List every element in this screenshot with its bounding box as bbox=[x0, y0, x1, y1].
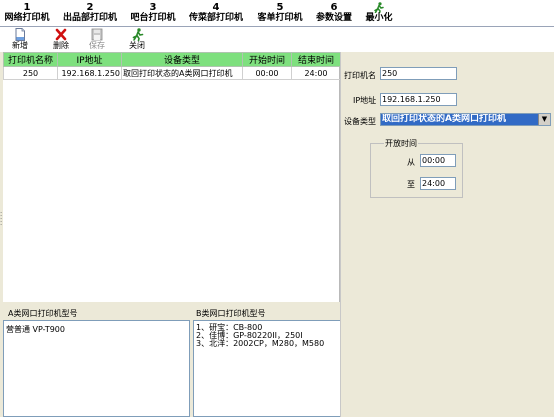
printer-name-field[interactable]: 250 bbox=[380, 67, 457, 80]
save-disk-icon bbox=[84, 28, 110, 41]
tab-number: 3 bbox=[149, 2, 157, 13]
pane-divider bbox=[340, 52, 341, 417]
top-tab-bar: 1 网络打印机 2 出品部打印机 3 吧台打印机 4 传菜部打印机 5 客单打印… bbox=[0, 0, 554, 27]
new-document-icon bbox=[7, 28, 33, 41]
tab-receipt-printer[interactable]: 5 客单打印机 bbox=[254, 0, 306, 27]
tab-label: 网络打印机 bbox=[4, 13, 50, 23]
open-time-title: 开放时间 bbox=[384, 138, 418, 149]
col-header-end-time[interactable]: 结束时间 bbox=[291, 52, 341, 67]
tab-minimize[interactable]: 最小化 bbox=[362, 0, 396, 27]
col-header-printer-name[interactable]: 打印机名称 bbox=[3, 52, 58, 67]
to-time-field[interactable]: 24:00 bbox=[420, 177, 456, 190]
b-type-models-text[interactable]: 1、研宝：CB-800 2、佳博：GP-80220II，250I 3、北洋：20… bbox=[193, 320, 341, 417]
tab-label: 吧台打印机 bbox=[130, 13, 176, 23]
from-time-field[interactable]: 00:00 bbox=[420, 154, 456, 167]
device-type-select[interactable]: 取回打印状态的A类网口打印机 ▼ bbox=[380, 113, 551, 126]
printer-table: 打印机名称 IP地址 设备类型 开始时间 结束时间 250 192.168.1.… bbox=[3, 52, 341, 80]
tab-number: 2 bbox=[86, 2, 94, 13]
delete-label: 删除 bbox=[53, 41, 69, 50]
tab-settings[interactable]: 6 参数设置 bbox=[312, 0, 356, 27]
close-label: 关闭 bbox=[129, 41, 145, 50]
cell-end-time[interactable]: 24:00 bbox=[291, 66, 341, 80]
tab-label: 客单打印机 bbox=[257, 13, 303, 23]
cell-printer-name[interactable]: 250 bbox=[3, 66, 58, 80]
from-label: 从 bbox=[407, 158, 415, 167]
add-button[interactable]: 新增 bbox=[7, 28, 33, 52]
tab-number: 4 bbox=[212, 2, 220, 13]
device-type-label: 设备类型 bbox=[344, 117, 376, 126]
to-label: 至 bbox=[407, 180, 415, 189]
tab-label: 参数设置 bbox=[315, 13, 352, 23]
save-label: 保存 bbox=[89, 41, 105, 50]
b-type-models-label: B类网口打印机型号 bbox=[196, 309, 266, 318]
col-header-start-time[interactable]: 开始时间 bbox=[242, 52, 292, 67]
tab-label: 最小化 bbox=[365, 13, 393, 23]
tab-number: 5 bbox=[276, 2, 284, 13]
table-header-row: 打印机名称 IP地址 设备类型 开始时间 结束时间 bbox=[3, 52, 341, 67]
tab-kitchen-printer[interactable]: 2 出品部打印机 bbox=[60, 0, 120, 27]
tab-network-printer[interactable]: 1 网络打印机 bbox=[2, 0, 52, 27]
cell-ip[interactable]: 192.168.1.250 bbox=[57, 66, 122, 80]
delete-button[interactable]: 删除 bbox=[48, 28, 74, 52]
close-button[interactable]: 关闭 bbox=[124, 28, 150, 52]
toolbar: 新增 删除 保存 关闭 bbox=[0, 27, 554, 52]
tab-serving-printer[interactable]: 4 传菜部打印机 bbox=[186, 0, 246, 27]
a-type-models-text[interactable]: 营普通 VP-T900 bbox=[3, 320, 190, 417]
delete-x-icon bbox=[48, 28, 74, 41]
splitter-grip-icon[interactable]: · · · · · bbox=[0, 210, 2, 229]
runner-icon bbox=[124, 28, 150, 41]
tab-bar-printer[interactable]: 3 吧台打印机 bbox=[127, 0, 179, 27]
add-label: 新增 bbox=[12, 41, 28, 50]
tab-number: 1 bbox=[23, 2, 31, 13]
cell-device-type[interactable]: 取回打印状态的A类网口打印机 bbox=[121, 66, 243, 80]
col-header-ip[interactable]: IP地址 bbox=[57, 52, 122, 67]
chevron-down-icon[interactable]: ▼ bbox=[538, 114, 550, 125]
tab-label: 传菜部打印机 bbox=[188, 13, 243, 23]
printer-name-label: 打印机名 bbox=[344, 71, 376, 80]
tab-label: 出品部打印机 bbox=[62, 13, 117, 23]
ip-label: IP地址 bbox=[353, 96, 377, 105]
save-button[interactable]: 保存 bbox=[84, 28, 110, 52]
tab-number: 6 bbox=[330, 2, 338, 13]
col-header-device-type[interactable]: 设备类型 bbox=[121, 52, 243, 67]
cell-start-time[interactable]: 00:00 bbox=[242, 66, 292, 80]
table-row[interactable]: 250 192.168.1.250 取回打印状态的A类网口打印机 00:00 2… bbox=[3, 66, 341, 80]
device-type-selected: 取回打印状态的A类网口打印机 bbox=[382, 114, 506, 124]
ip-field[interactable]: 192.168.1.250 bbox=[380, 93, 457, 106]
runner-icon bbox=[362, 2, 396, 14]
a-type-models-label: A类网口打印机型号 bbox=[8, 309, 78, 318]
printer-grid-panel: 打印机名称 IP地址 设备类型 开始时间 结束时间 250 192.168.1.… bbox=[3, 52, 341, 302]
